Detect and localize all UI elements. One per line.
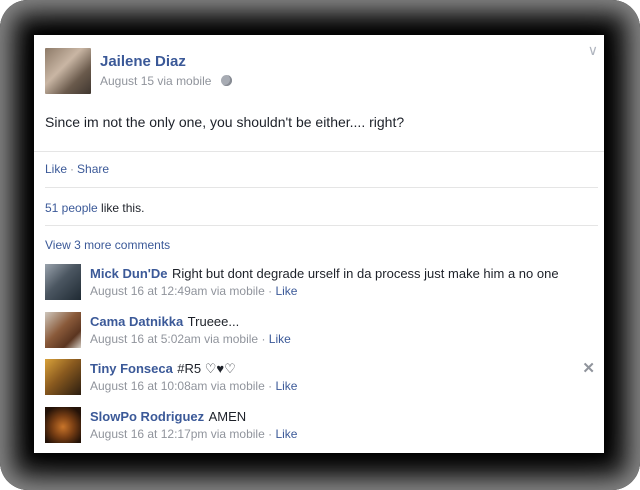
comment-body: Cama Datnikka Trueee... [90,313,239,331]
comment-text: AMEN [208,409,247,424]
comment-text: Right but dont degrade urself in da proc… [171,266,559,281]
likes-summary: 51 people like this. [45,201,144,215]
divider [45,225,598,226]
comment-meta: August 16 at 5:02am via mobile · Like [90,332,291,346]
commenter-name[interactable]: Cama Datnikka [90,314,183,329]
comment-like-link[interactable]: Like [275,284,297,298]
share-link[interactable]: Share [77,162,109,176]
like-link[interactable]: Like [45,162,67,176]
commenter-name[interactable]: SlowPo Rodriguez [90,409,204,424]
comment-item: SlowPo Rodriguez AMEN August 16 at 12:17… [45,407,585,447]
post-via: via mobile [157,74,212,88]
comment-like-link[interactable]: Like [275,427,297,441]
chevron-down-icon[interactable]: ∨ [588,43,598,57]
comment-avatar[interactable] [45,407,81,443]
view-more-comments-link[interactable]: View 3 more comments [45,238,170,252]
comment-body: SlowPo Rodriguez AMEN [90,408,246,426]
post-actions: Like · Share [45,162,109,176]
post-card: ∨ Jailene Diaz August 15 via mobile Sinc… [34,35,604,453]
comment-text: #R5 ♡♥♡ [177,361,236,376]
comment-body: Tiny Fonseca #R5 ♡♥♡ [90,360,236,378]
comment-like-link[interactable]: Like [275,379,297,393]
close-icon[interactable]: ✕ [582,359,595,377]
comment-meta: August 16 at 10:08am via mobile · Like [90,379,298,393]
commenter-name[interactable]: Mick Dun'De [90,266,168,281]
comment-meta: August 16 at 12:17pm via mobile · Like [90,427,298,441]
post-meta: August 15 via mobile [100,74,232,88]
comment-item: Tiny Fonseca #R5 ♡♥♡ August 16 at 10:08a… [45,359,585,399]
comment-date[interactable]: August 16 at 12:49am via mobile [90,284,265,298]
comment-avatar[interactable] [45,359,81,395]
comment-item: Mick Dun'De Right but dont degrade ursel… [45,264,585,304]
separator-dot: · [70,162,75,176]
comment-like-link[interactable]: Like [269,332,291,346]
globe-icon [220,75,232,86]
post-date[interactable]: August 15 [100,74,154,88]
comment-avatar[interactable] [45,312,81,348]
comment-avatar[interactable] [45,264,81,300]
author-name[interactable]: Jailene Diaz [100,53,186,70]
comment-text: Trueee... [187,314,240,329]
comment-date[interactable]: August 16 at 5:02am via mobile [90,332,258,346]
comment-meta: August 16 at 12:49am via mobile · Like [90,284,298,298]
commenter-name[interactable]: Tiny Fonseca [90,361,173,376]
likes-count-link[interactable]: 51 people [45,201,98,215]
comment-item: Cama Datnikka Trueee... August 16 at 5:0… [45,312,585,352]
likes-suffix: like this. [97,201,145,215]
comment-date[interactable]: August 16 at 10:08am via mobile [90,379,265,393]
comment-date[interactable]: August 16 at 12:17pm via mobile [90,427,265,441]
author-avatar[interactable] [45,48,91,94]
post-text: Since im not the only one, you shouldn't… [45,114,405,130]
divider [34,151,604,152]
divider [45,187,598,188]
comment-body: Mick Dun'De Right but dont degrade ursel… [90,265,559,283]
